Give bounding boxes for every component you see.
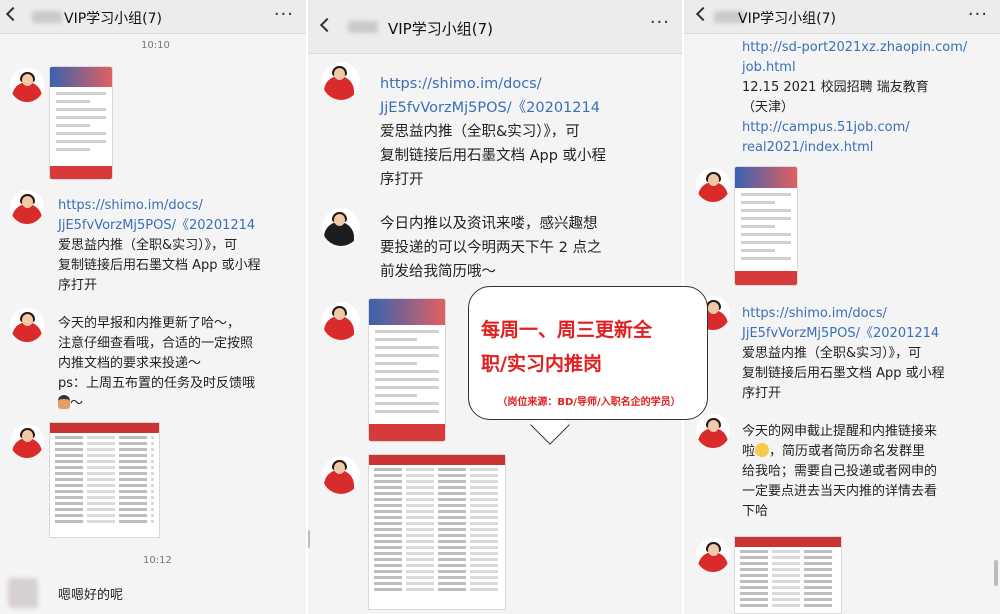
message-line: 爱思益内推（全职&实习）》，可 xyxy=(380,124,580,140)
message-line: 一定要点进去当天内推的详情去看 xyxy=(742,484,938,499)
message-line: ps：上周五布置的任务及时反馈哦 xyxy=(58,376,256,391)
link-message[interactable]: https://shimo.im/docs/ JjE5fvVorzMj5POS/… xyxy=(742,304,945,404)
more-menu-icon[interactable]: ··· xyxy=(650,12,670,33)
text-message: 今天的网申截止提醒和内推链接来 啦 ，简历或者简历命名发群里 给我哈；需要自己投递… xyxy=(742,422,937,522)
link-url-1[interactable]: https://shimo.im/docs/ xyxy=(742,304,945,324)
avatar[interactable] xyxy=(10,68,44,102)
callout-note: （岗位来源：BD/导师/入职名企的学员） xyxy=(497,397,681,408)
message-line: 内推文档的要求来投递～ xyxy=(58,356,202,371)
reply-message: 嗯嗯好的呢 xyxy=(58,588,124,603)
avatar[interactable] xyxy=(10,424,44,458)
image-message-table[interactable] xyxy=(734,536,842,614)
emoji-icon xyxy=(58,395,70,409)
callout-line-1: 每周一、周三更新全 xyxy=(481,319,653,341)
image-message-table[interactable] xyxy=(49,422,160,538)
avatar[interactable] xyxy=(696,168,730,202)
message-line: 前发给我简历哦～ xyxy=(380,264,496,280)
image-message-table[interactable] xyxy=(368,454,506,610)
message-line: 下哈 xyxy=(742,504,769,519)
message-line: 复制链接后用石墨文档 App 或小程 xyxy=(380,148,607,164)
link-url-2[interactable]: JjE5fvVorzMj5POS/ xyxy=(380,100,512,116)
message-line: （天津） xyxy=(742,100,795,115)
avatar[interactable] xyxy=(322,302,360,340)
message-line: 啦 xyxy=(742,444,756,459)
back-arrow-icon[interactable] xyxy=(319,17,335,33)
message-line: 复制链接后用石墨文档 App 或小程 xyxy=(58,258,261,273)
message-line: 序打开 xyxy=(380,172,424,188)
callout-line-2: 职/实习内推岗 xyxy=(481,353,602,375)
image-message-poster[interactable] xyxy=(368,298,446,442)
avatar[interactable] xyxy=(696,414,730,448)
message-line: 注意仔细查看哦，合适的一定按照 xyxy=(58,336,254,351)
timestamp: 10:10 xyxy=(141,40,170,51)
message-line: 今天的网申截止提醒和内推链接来 xyxy=(742,424,938,439)
chat-header: VIP学习小组(7) ··· xyxy=(684,0,1000,34)
link-url[interactable]: http://sd-port2021xz.zhaopin.com/ xyxy=(742,38,967,58)
avatar[interactable] xyxy=(322,62,360,100)
message-line: 爱思益内推（全职&实习）》，可 xyxy=(742,346,922,361)
blurred-name xyxy=(348,21,378,33)
text-message-links[interactable]: http://sd-port2021xz.zhaopin.com/ job.ht… xyxy=(742,38,967,158)
blurred-avatar xyxy=(8,578,38,608)
chat-title: VIP学习小组(7) xyxy=(388,20,493,38)
message-line: 要投递的可以今明两天下午 2 点之 xyxy=(380,240,602,256)
message-line: 爱思益内推（全职&实习）》，可 xyxy=(58,238,238,253)
chat-title: VIP学习小组(7) xyxy=(64,11,162,27)
avatar[interactable] xyxy=(10,190,44,224)
text-message: 今天的早报和内推更新了哈～， 注意仔细查看哦，合适的一定按照 内推文档的要求来投… xyxy=(58,314,255,414)
message-line: 12.15 2021 校园招聘 瑞友教育 xyxy=(742,80,929,95)
message-line: ，简历或者简历命名发群里 xyxy=(769,444,926,459)
image-message-poster[interactable] xyxy=(49,66,113,180)
text-message: 今日内推以及资讯来喽，感兴趣想 要投递的可以今明两天下午 2 点之 前发给我简历… xyxy=(380,212,601,284)
link-url[interactable]: real2021/index.html xyxy=(742,138,967,158)
back-arrow-icon[interactable] xyxy=(695,6,711,22)
avatar[interactable] xyxy=(10,308,44,342)
message-line: 给我哈；需要自己投递或者网申的 xyxy=(742,464,938,479)
more-menu-icon[interactable]: ··· xyxy=(274,4,294,25)
link-url-1[interactable]: https://shimo.im/docs/ xyxy=(380,72,606,96)
chat-panel-3: VIP学习小组(7) ··· http://sd-port2021xz.zhao… xyxy=(684,0,1000,614)
chat-panel-1: VIP学习小组(7) ··· 10:10 https://shimo.im/do… xyxy=(0,0,306,614)
emoji-icon xyxy=(755,443,770,457)
scrollbar[interactable] xyxy=(308,530,310,548)
message-line: 序打开 xyxy=(58,278,98,293)
link-url[interactable]: job.html xyxy=(742,58,967,78)
message-line: ～ xyxy=(70,396,84,411)
chat-header: VIP学习小组(7) ··· xyxy=(0,0,306,34)
avatar[interactable] xyxy=(322,456,360,494)
message-line: 序打开 xyxy=(742,386,782,401)
message-line: 今天的早报和内推更新了哈～， xyxy=(58,316,241,331)
back-arrow-icon[interactable] xyxy=(5,6,21,22)
blurred-name xyxy=(32,11,62,23)
chat-title: VIP学习小组(7) xyxy=(738,11,836,27)
avatar[interactable] xyxy=(322,208,360,246)
link-url-3[interactable]: 《20201214 xyxy=(176,218,255,233)
link-url-2[interactable]: JjE5fvVorzMj5POS/ xyxy=(742,326,860,341)
chat-header: VIP学习小组(7) ··· xyxy=(308,0,682,54)
timestamp: 10:12 xyxy=(143,555,172,566)
image-message-poster[interactable] xyxy=(734,166,798,286)
link-url-2[interactable]: JjE5fvVorzMj5POS/ xyxy=(58,218,176,233)
link-url-1[interactable]: https://shimo.im/docs/ xyxy=(58,196,261,216)
link-url[interactable]: http://campus.51job.com/ xyxy=(742,118,967,138)
message-line: 今日内推以及资讯来喽，感兴趣想 xyxy=(380,216,598,232)
link-url-3[interactable]: 《20201214 xyxy=(860,326,939,341)
callout-bubble: 每周一、周三更新全 职/实习内推岗 （岗位来源：BD/导师/入职名企的学员） xyxy=(468,286,708,420)
message-line: 复制链接后用石墨文档 App 或小程 xyxy=(742,366,945,381)
scrollbar[interactable] xyxy=(994,560,998,586)
avatar[interactable] xyxy=(696,538,730,572)
link-message[interactable]: https://shimo.im/docs/ JjE5fvVorzMj5POS/… xyxy=(58,196,261,296)
link-url-3[interactable]: 《20201214 xyxy=(512,100,600,116)
link-message[interactable]: https://shimo.im/docs/ JjE5fvVorzMj5POS/… xyxy=(380,72,606,192)
more-menu-icon[interactable]: ··· xyxy=(968,4,988,25)
